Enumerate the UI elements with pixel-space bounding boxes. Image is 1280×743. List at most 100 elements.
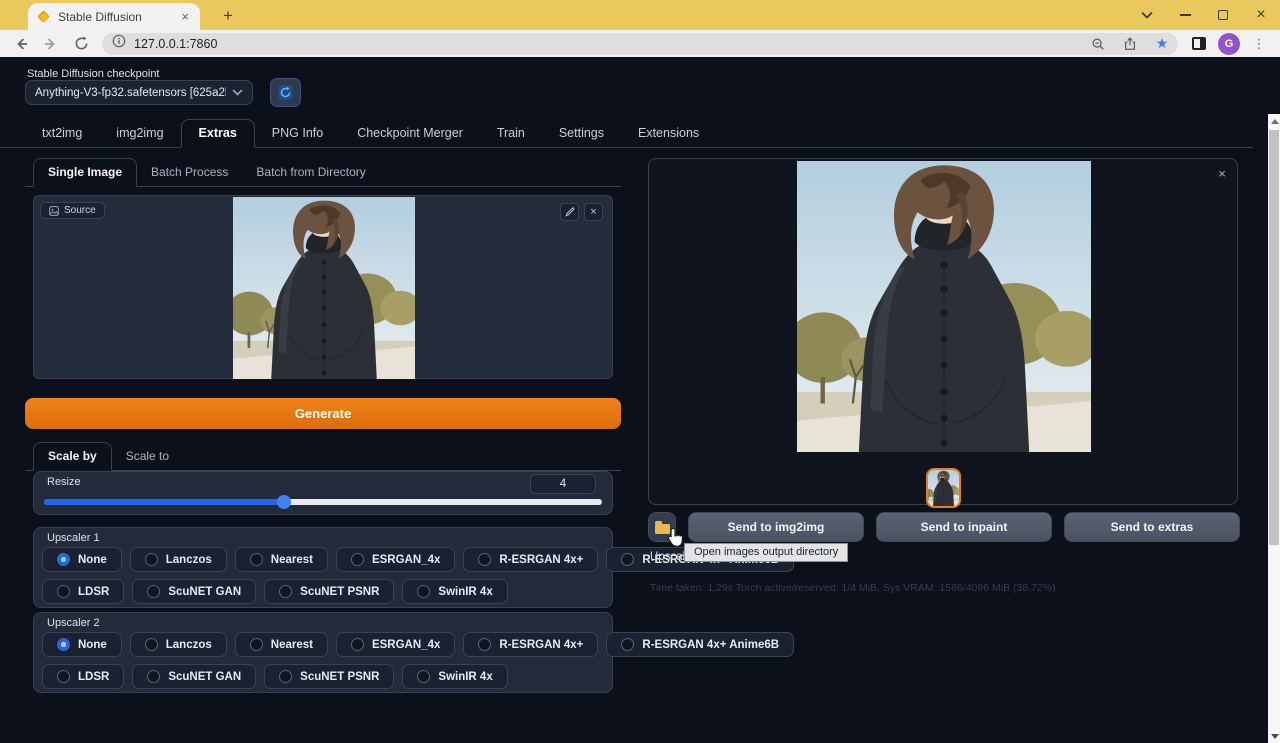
tab-extras[interactable]: Extras <box>181 119 255 148</box>
tab-scale-to[interactable]: Scale to <box>112 443 183 470</box>
tab-close-icon[interactable]: × <box>179 9 191 24</box>
upscaler1-option-lanczos[interactable]: Lanczos <box>130 547 227 572</box>
radio-icon <box>417 670 430 683</box>
browser-toolbar: 127.0.0.1:7860 ★ G ⋮ <box>0 30 1280 57</box>
upscaler2-option-scunet-psnr[interactable]: ScuNET PSNR <box>264 664 394 689</box>
new-tab-button[interactable]: + <box>216 4 240 28</box>
upscaler2-option-scunet-gan[interactable]: ScuNET GAN <box>132 664 256 689</box>
tab-train[interactable]: Train <box>480 120 542 147</box>
window-close-button[interactable]: × <box>1242 0 1280 30</box>
url-text[interactable]: 127.0.0.1:7860 <box>134 37 1078 51</box>
image-tool-buttons: × <box>560 203 603 221</box>
radio-icon <box>145 638 158 651</box>
main-tabs: txt2img img2img Extras PNG Info Checkpoi… <box>0 120 1253 148</box>
upscaler1-option-scunet-gan[interactable]: ScuNET GAN <box>132 579 256 604</box>
scrollbar-thumb[interactable] <box>1269 130 1279 545</box>
site-info-icon[interactable] <box>112 34 126 53</box>
upscaler1-label: Upscaler 1 <box>47 532 100 544</box>
tab-search-chevron-icon[interactable] <box>1128 0 1166 30</box>
upscaler2-option-none[interactable]: None <box>42 632 122 657</box>
upscaler2-option-nearest[interactable]: Nearest <box>235 632 328 657</box>
generate-button[interactable]: Generate <box>25 398 621 429</box>
pencil-icon <box>565 207 575 217</box>
upscaler2-option-swinir4x[interactable]: SwinIR 4x <box>402 664 507 689</box>
upscaler2-option-resrgan4x[interactable]: R-ESRGAN 4x+ <box>463 632 598 657</box>
thumbnail-image <box>928 470 959 506</box>
maximize-button[interactable] <box>1204 0 1242 30</box>
source-image <box>233 197 415 379</box>
chevron-down-icon <box>232 89 243 96</box>
page-scrollbar[interactable] <box>1268 114 1280 743</box>
radio-icon <box>147 670 160 683</box>
refresh-checkpoints-button[interactable] <box>270 78 301 107</box>
radio-icon <box>478 638 491 651</box>
radio-icon <box>621 553 634 566</box>
source-image-dropzone[interactable]: Source × <box>33 195 613 379</box>
radio-icon <box>147 585 160 598</box>
source-tag: Source <box>40 202 105 219</box>
send-to-inpaint-button[interactable]: Send to inpaint <box>876 512 1052 542</box>
browser-tab[interactable]: Stable Diffusion × <box>28 3 200 30</box>
tab-extensions[interactable]: Extensions <box>621 120 716 147</box>
zoom-icon[interactable] <box>1086 34 1110 54</box>
upscaler2-option-lanczos[interactable]: Lanczos <box>130 632 227 657</box>
bookmark-star-icon[interactable]: ★ <box>1150 34 1174 54</box>
side-panel-icon[interactable] <box>1186 32 1212 56</box>
address-bar[interactable]: 127.0.0.1:7860 ★ <box>102 33 1178 55</box>
reload-button[interactable] <box>68 32 94 56</box>
radio-icon <box>57 638 70 651</box>
minimize-button[interactable] <box>1166 0 1204 30</box>
resize-value-input[interactable]: 4 <box>530 474 596 494</box>
upscaler1-option-none[interactable]: None <box>42 547 122 572</box>
edit-image-button[interactable] <box>560 203 579 221</box>
upscaler1-option-scunet-psnr[interactable]: ScuNET PSNR <box>264 579 394 604</box>
upscaler1-row2: LDSR ScuNET GAN ScuNET PSNR SwinIR 4x <box>42 579 604 604</box>
radio-icon <box>250 638 263 651</box>
checkpoint-dropdown[interactable]: Anything-V3-fp32.safetensors [625a2ba2] <box>25 80 253 105</box>
clear-image-button[interactable]: × <box>584 203 603 221</box>
profile-avatar[interactable]: G <box>1216 32 1242 56</box>
radio-icon <box>57 670 70 683</box>
upscaler1-option-esrgan4x[interactable]: ESRGAN_4x <box>336 547 455 572</box>
folder-tooltip: Open images output directory <box>684 543 848 562</box>
radio-icon <box>478 553 491 566</box>
mouse-cursor-pointer <box>666 527 686 549</box>
gallery-thumbnail-selected[interactable] <box>926 468 961 508</box>
radio-icon <box>250 553 263 566</box>
radio-icon <box>279 670 292 683</box>
browser-menu-icon[interactable]: ⋮ <box>1246 32 1272 56</box>
upscaler2-option-esrgan4x[interactable]: ESRGAN_4x <box>336 632 455 657</box>
tab-scale-by[interactable]: Scale by <box>33 442 112 471</box>
gallery-close-icon[interactable]: × <box>1218 166 1226 181</box>
resize-slider-block: Resize 4 <box>33 471 613 515</box>
back-button[interactable] <box>8 32 34 56</box>
tab-img2img[interactable]: img2img <box>99 120 180 147</box>
scale-mode-tabs: Scale by Scale to <box>25 445 621 471</box>
radio-icon <box>145 553 158 566</box>
upscaler1-option-resrgan4x[interactable]: R-ESRGAN 4x+ <box>463 547 598 572</box>
send-to-img2img-button[interactable]: Send to img2img <box>688 512 864 542</box>
upscaler1-option-nearest[interactable]: Nearest <box>235 547 328 572</box>
output-actions-row: Send to img2img Send to inpaint Send to … <box>648 512 1240 542</box>
output-image[interactable] <box>797 161 1091 452</box>
radio-icon <box>417 585 430 598</box>
slider-handle[interactable] <box>277 495 291 509</box>
scrollbar-up-arrow[interactable] <box>1271 119 1279 124</box>
tab-txt2img[interactable]: txt2img <box>25 120 99 147</box>
tab-checkpoint-merger[interactable]: Checkpoint Merger <box>340 120 480 147</box>
subtab-single-image[interactable]: Single Image <box>33 158 137 187</box>
share-icon[interactable] <box>1118 34 1142 54</box>
tab-png-info[interactable]: PNG Info <box>255 120 340 147</box>
subtab-batch-process[interactable]: Batch Process <box>137 159 242 186</box>
upscaler1-option-ldsr[interactable]: LDSR <box>42 579 124 604</box>
upscaler1-block: Upscaler 1 None Lanczos Nearest ESRGAN_4… <box>33 527 613 608</box>
radio-icon <box>351 553 364 566</box>
forward-button[interactable] <box>38 32 64 56</box>
subtab-batch-from-directory[interactable]: Batch from Directory <box>242 159 379 186</box>
tab-settings[interactable]: Settings <box>542 120 621 147</box>
send-to-extras-button[interactable]: Send to extras <box>1064 512 1240 542</box>
upscaler1-option-swinir4x[interactable]: SwinIR 4x <box>402 579 507 604</box>
scrollbar-down-arrow[interactable] <box>1271 734 1279 739</box>
upscaler2-option-ldsr[interactable]: LDSR <box>42 664 124 689</box>
resize-slider[interactable] <box>44 499 602 505</box>
